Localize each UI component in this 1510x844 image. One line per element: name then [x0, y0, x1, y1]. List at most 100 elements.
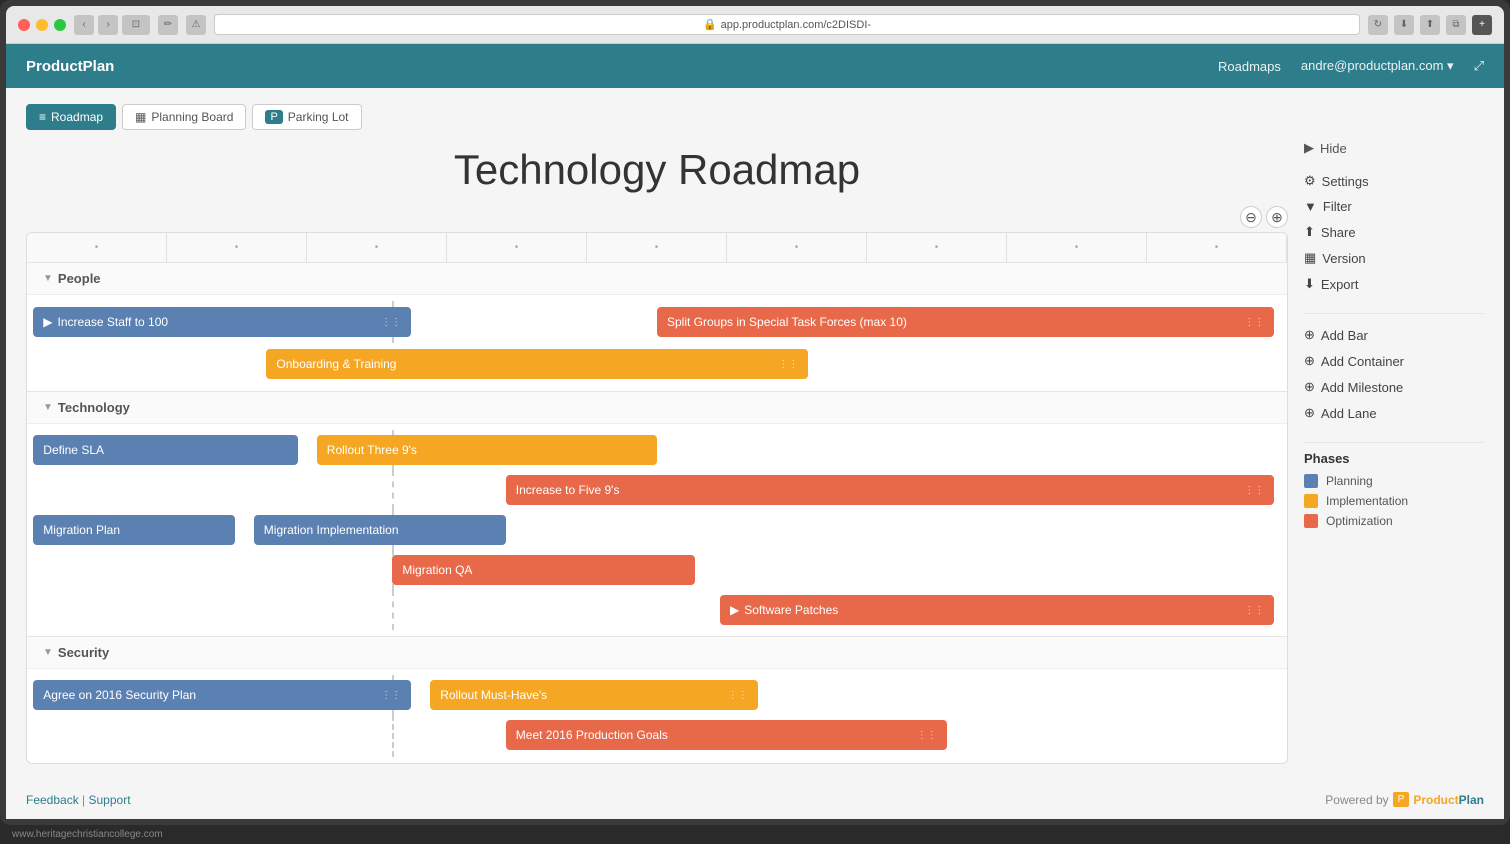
forward-button[interactable]: › — [98, 15, 118, 35]
bar-rollout-three-nines[interactable]: Rollout Three 9's — [317, 435, 657, 465]
lane-security-header: ▼ Security — [27, 637, 1287, 669]
people-row-2: Onboarding & Training ⋮⋮ — [27, 343, 1287, 385]
close-button[interactable] — [18, 19, 30, 31]
sidebar: ▶ Hide ⚙ Settings ▼ Filter ⬆ Share — [1304, 104, 1484, 764]
url-bar[interactable]: 🔒 app.productplan.com/c2DISDI- — [214, 14, 1360, 35]
lane-technology: ▼ Technology Define SLA Ro — [27, 392, 1287, 637]
tick-4: • — [447, 233, 587, 262]
tab-planning-board[interactable]: ▦ Planning Board — [122, 104, 246, 130]
security-content: Agree on 2016 Security Plan ⋮⋮ Rollout M… — [27, 669, 1287, 763]
tick-8: • — [1007, 233, 1147, 262]
settings-icon: ⚙ — [1304, 173, 1316, 189]
duplicate-button[interactable]: ⧉ — [1446, 15, 1466, 35]
fullscreen-icon[interactable]: ⤢ — [1474, 58, 1484, 74]
maximize-button[interactable] — [54, 19, 66, 31]
user-menu[interactable]: andre@productplan.com ▾ — [1301, 58, 1454, 74]
edit-button[interactable]: ✏ — [158, 15, 178, 35]
version-button[interactable]: ▦ Version — [1304, 245, 1484, 271]
tick-3: • — [307, 233, 447, 262]
sidebar-divider-1 — [1304, 313, 1484, 314]
expand-icon: ⋮⋮ — [1244, 605, 1264, 616]
bar-increase-staff[interactable]: ▶ Increase Staff to 100 ⋮⋮ — [33, 307, 411, 337]
plus-icon-lane: ⊕ — [1304, 405, 1315, 421]
phase-implementation-color — [1304, 494, 1318, 508]
bar-define-sla[interactable]: Define SLA — [33, 435, 298, 465]
bar-rollout-must-haves[interactable]: Rollout Must-Have's ⋮⋮ — [430, 680, 758, 710]
main-content: ≡ Roadmap ▦ Planning Board P Parking Lot… — [6, 88, 1504, 780]
lock-icon: 🔒 — [703, 18, 717, 31]
export-icon: ⬇ — [1304, 276, 1315, 292]
settings-button[interactable]: ⚙ Settings — [1304, 168, 1484, 194]
version-icon: ▦ — [1304, 250, 1316, 266]
bar-split-groups[interactable]: Split Groups in Special Task Forces (max… — [657, 307, 1274, 337]
lane-technology-header: ▼ Technology — [27, 392, 1287, 424]
support-link[interactable]: Support — [89, 793, 131, 807]
bar-security-plan[interactable]: Agree on 2016 Security Plan ⋮⋮ — [33, 680, 411, 710]
filter-icon: ▼ — [1304, 199, 1317, 214]
filter-button[interactable]: ▼ Filter — [1304, 194, 1484, 219]
technology-label: Technology — [58, 400, 130, 415]
sidebar-tools: ⚙ Settings ▼ Filter ⬆ Share ▦ Version — [1304, 168, 1484, 297]
reload-button[interactable]: ↻ — [1368, 15, 1388, 35]
add-milestone-button[interactable]: ⊕ Add Milestone — [1304, 374, 1484, 400]
browser-window: ‹ › ⊡ ✏ ⚠ 🔒 app.productplan.com/c2DISDI-… — [0, 0, 1510, 825]
bar-increase-five-nines[interactable]: Increase to Five 9's ⋮⋮ — [506, 475, 1275, 505]
new-tab-button[interactable]: + — [1472, 15, 1492, 35]
security-row-1: Agree on 2016 Security Plan ⋮⋮ Rollout M… — [27, 675, 1287, 715]
chevron-icon: ▶ — [43, 315, 52, 329]
bar-migration-impl[interactable]: Migration Implementation — [254, 515, 506, 545]
export-button[interactable]: ⬇ Export — [1304, 271, 1484, 297]
expand-icon: ⋮⋮ — [778, 359, 798, 370]
security-row-2: Meet 2016 Production Goals ⋮⋮ — [27, 715, 1287, 757]
zoom-controls: ⊖ ⊕ — [26, 206, 1288, 228]
minimize-button[interactable] — [36, 19, 48, 31]
download-button[interactable]: ⬇ — [1394, 15, 1414, 35]
parking-lot-icon: P — [265, 110, 282, 124]
share-icon: ⬆ — [1304, 224, 1315, 240]
feedback-link[interactable]: Feedback — [26, 793, 79, 807]
technology-content: Define SLA Rollout Three 9's Incre — [27, 424, 1287, 636]
plus-icon-container: ⊕ — [1304, 353, 1315, 369]
app-header: ProductPlan Roadmaps andre@productplan.c… — [6, 44, 1504, 88]
lane-people-header: ▼ People — [27, 263, 1287, 295]
share-button[interactable]: ⬆ Share — [1304, 219, 1484, 245]
warning-button[interactable]: ⚠ — [186, 15, 206, 35]
tech-row-3: Migration Plan Migration Implementation — [27, 510, 1287, 550]
add-lane-button[interactable]: ⊕ Add Lane — [1304, 400, 1484, 426]
timeline-header: • • • • • • • • • — [27, 233, 1287, 263]
roadmap-area: ≡ Roadmap ▦ Planning Board P Parking Lot… — [26, 104, 1288, 764]
bar-migration-qa[interactable]: Migration QA — [392, 555, 694, 585]
bar-onboarding[interactable]: Onboarding & Training ⋮⋮ — [266, 349, 808, 379]
roadmaps-nav[interactable]: Roadmaps — [1218, 59, 1281, 74]
bar-migration-plan[interactable]: Migration Plan — [33, 515, 235, 545]
footer-brand: Powered by P ProductPlan — [1325, 792, 1484, 807]
tech-row-2: Increase to Five 9's ⋮⋮ — [27, 470, 1287, 510]
tab-roadmap[interactable]: ≡ Roadmap — [26, 104, 116, 130]
hide-arrow-icon: ▶ — [1304, 140, 1314, 156]
add-bar-button[interactable]: ⊕ Add Bar — [1304, 322, 1484, 348]
footer: Feedback | Support Powered by P ProductP… — [6, 780, 1504, 819]
tab-parking-lot[interactable]: P Parking Lot — [252, 104, 361, 130]
tick-1: • — [27, 233, 167, 262]
bar-software-patches[interactable]: ▶ Software Patches ⋮⋮ — [720, 595, 1274, 625]
security-label: Security — [58, 645, 109, 660]
zoom-in-button[interactable]: ⊕ — [1266, 206, 1288, 228]
back-button[interactable]: ‹ — [74, 15, 94, 35]
roadmap-tab-icon: ≡ — [39, 110, 46, 124]
expand-icon: ⋮⋮ — [917, 730, 937, 741]
traffic-lights — [18, 19, 66, 31]
chevron-icon: ▶ — [730, 603, 739, 617]
expand-icon: ⋮⋮ — [728, 690, 748, 701]
header-right: Roadmaps andre@productplan.com ▾ ⤢ — [1218, 58, 1484, 74]
add-container-button[interactable]: ⊕ Add Container — [1304, 348, 1484, 374]
phase-planning-color — [1304, 474, 1318, 488]
zoom-out-button[interactable]: ⊖ — [1240, 206, 1262, 228]
hide-button[interactable]: ▶ Hide — [1304, 140, 1484, 156]
tech-row-4: Migration QA — [27, 550, 1287, 590]
technology-chevron[interactable]: ▼ — [43, 402, 53, 413]
share-browser-button[interactable]: ⬆ — [1420, 15, 1440, 35]
security-chevron[interactable]: ▼ — [43, 647, 53, 658]
bar-meet-production-goals[interactable]: Meet 2016 Production Goals ⋮⋮ — [506, 720, 947, 750]
view-button[interactable]: ⊡ — [122, 15, 150, 35]
people-chevron[interactable]: ▼ — [43, 273, 53, 284]
